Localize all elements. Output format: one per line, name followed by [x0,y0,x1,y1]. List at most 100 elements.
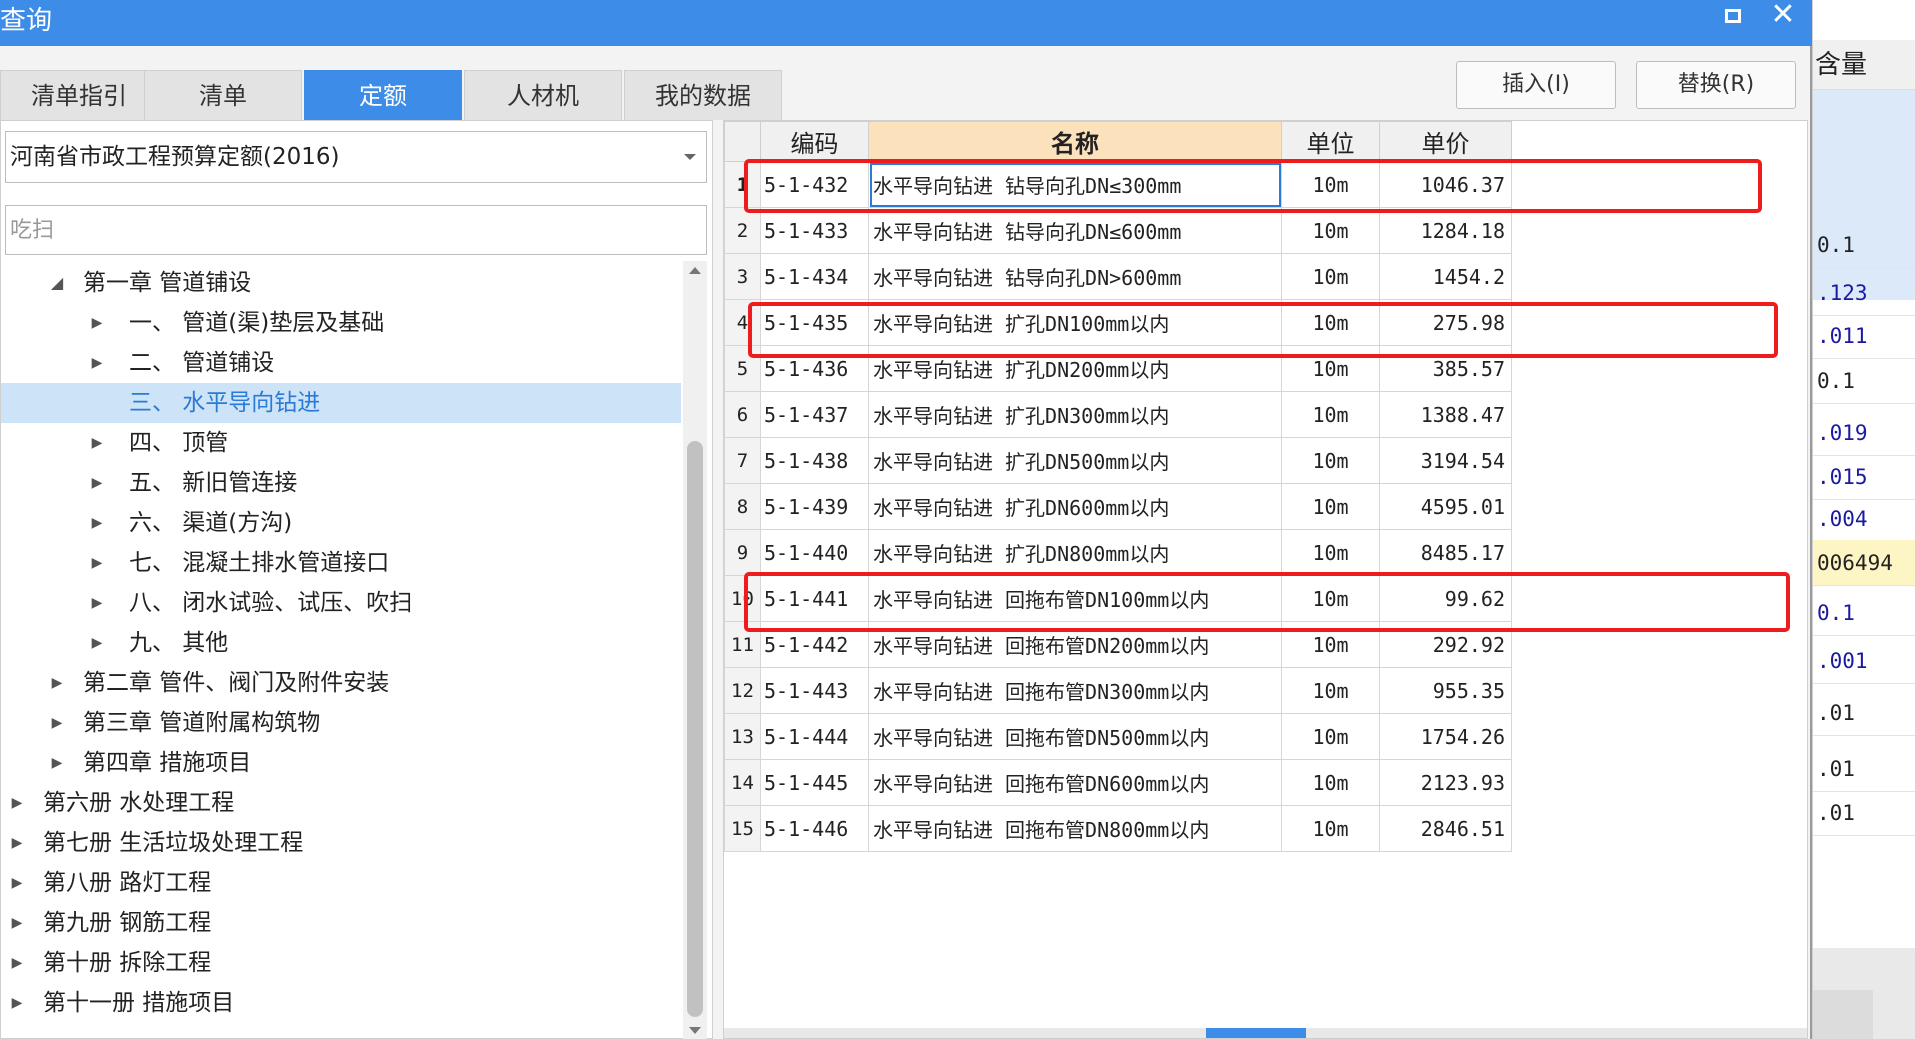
tree-node[interactable]: ▶ 第三章 管道附属构筑物 [1,703,681,743]
tree-node[interactable]: ▶ 九、 其他 [1,623,681,663]
tree-node[interactable]: ▶ 六、 渠道(方沟) [1,503,681,543]
table-row[interactable]: 9 5-1-440 水平导向钻进 扩孔DN800mm以内 10m 8485.17 [724,529,1512,576]
maximize-button[interactable] [1710,0,1756,32]
table-row[interactable]: 6 5-1-437 水平导向钻进 扩孔DN300mm以内 10m 1388.47 [724,391,1512,438]
code-cell[interactable]: 5-1-444 [760,713,869,760]
name-cell[interactable]: 水平导向钻进 扩孔DN300mm以内 [868,391,1282,438]
price-cell[interactable]: 2846.51 [1379,805,1512,852]
scroll-up-icon[interactable] [689,267,701,274]
code-cell[interactable]: 5-1-432 [760,161,869,208]
name-cell[interactable]: 水平导向钻进 回拖布管DN100mm以内 [868,575,1282,622]
grid-hscrollbar[interactable] [724,1028,1807,1038]
collapsed-triangle-icon[interactable]: ▶ [87,503,107,543]
name-cell[interactable]: 水平导向钻进 钻导向孔DN≤300mm [868,161,1282,208]
scroll-down-icon[interactable] [689,1027,701,1034]
hscroll-thumb[interactable] [1206,1028,1306,1038]
name-cell[interactable]: 水平导向钻进 回拖布管DN300mm以内 [868,667,1282,714]
tree-node[interactable]: ▶ 一、 管道(渠)垫层及基础 [1,303,681,343]
unit-cell[interactable]: 10m [1281,299,1380,346]
code-cell[interactable]: 5-1-440 [760,529,869,576]
price-cell[interactable]: 292.92 [1379,621,1512,668]
name-cell[interactable]: 水平导向钻进 扩孔DN100mm以内 [868,299,1282,346]
tree-node[interactable]: ▶ 八、 闭水试验、试压、吹扫 [1,583,681,623]
price-cell[interactable]: 275.98 [1379,299,1512,346]
code-cell[interactable]: 5-1-436 [760,345,869,392]
unit-cell[interactable]: 10m [1281,161,1380,208]
name-cell[interactable]: 水平导向钻进 回拖布管DN200mm以内 [868,621,1282,668]
collapsed-triangle-icon[interactable]: ▶ [7,863,27,903]
tab-4[interactable]: 人材机 [464,70,622,120]
price-cell[interactable]: 1046.37 [1379,161,1512,208]
unit-cell[interactable]: 10m [1281,483,1380,530]
tree-node[interactable]: ▶ 四、 顶管 [1,423,681,463]
collapsed-triangle-icon[interactable]: ▶ [47,703,67,743]
col-header-name[interactable]: 名称 [868,121,1282,162]
table-row[interactable]: 3 5-1-434 水平导向钻进 钻导向孔DN>600mm 10m 1454.2 [724,253,1512,300]
code-cell[interactable]: 5-1-435 [760,299,869,346]
code-cell[interactable]: 5-1-434 [760,253,869,300]
unit-cell[interactable]: 10m [1281,437,1380,484]
scroll-thumb[interactable] [687,441,703,1017]
unit-cell[interactable]: 10m [1281,621,1380,668]
tree-node[interactable]: 三、 水平导向钻进 [1,383,681,423]
tree-node[interactable]: ▶ 七、 混凝土排水管道接口 [1,543,681,583]
code-cell[interactable]: 5-1-442 [760,621,869,668]
code-cell[interactable]: 5-1-441 [760,575,869,622]
close-button[interactable]: ✕ [1760,0,1806,32]
tree-node[interactable]: ▶ 第十一册 措施项目 [1,983,681,1023]
search-input[interactable] [5,205,707,255]
collapsed-triangle-icon[interactable]: ▶ [87,423,107,463]
unit-cell[interactable]: 10m [1281,713,1380,760]
price-cell[interactable]: 4595.01 [1379,483,1512,530]
collapsed-triangle-icon[interactable]: ▶ [87,303,107,343]
collapsed-triangle-icon[interactable]: ▶ [7,943,27,983]
price-cell[interactable]: 1388.47 [1379,391,1512,438]
tree-node[interactable]: ▶ 第八册 路灯工程 [1,863,681,903]
unit-cell[interactable]: 10m [1281,805,1380,852]
tree-node[interactable]: ▶ 第九册 钢筋工程 [1,903,681,943]
name-cell[interactable]: 水平导向钻进 扩孔DN200mm以内 [868,345,1282,392]
expanded-triangle-icon[interactable]: ◢ [47,263,67,303]
unit-cell[interactable]: 10m [1281,345,1380,392]
tree-node[interactable]: ▶ 二、 管道铺设 [1,343,681,383]
price-cell[interactable]: 955.35 [1379,667,1512,714]
table-row[interactable]: 4 5-1-435 水平导向钻进 扩孔DN100mm以内 10m 275.98 [724,299,1512,346]
tab-1[interactable]: 清单指引 [0,70,158,120]
table-row[interactable]: 8 5-1-439 水平导向钻进 扩孔DN600mm以内 10m 4595.01 [724,483,1512,530]
tab-2[interactable]: 清单 [144,70,302,120]
replace-button[interactable]: 替换(R) [1636,61,1796,109]
table-row[interactable]: 10 5-1-441 水平导向钻进 回拖布管DN100mm以内 10m 99.62 [724,575,1512,622]
code-cell[interactable]: 5-1-433 [760,207,869,254]
collapsed-triangle-icon[interactable]: ▶ [7,983,27,1023]
code-cell[interactable]: 5-1-439 [760,483,869,530]
tree-node[interactable]: ▶ 第二章 管件、阀门及附件安装 [1,663,681,703]
col-header-code[interactable]: 编码 [760,121,869,162]
collapsed-triangle-icon[interactable]: ▶ [7,903,27,943]
table-row[interactable]: 11 5-1-442 水平导向钻进 回拖布管DN200mm以内 10m 292.92 [724,621,1512,668]
unit-cell[interactable]: 10m [1281,529,1380,576]
code-cell[interactable]: 5-1-445 [760,759,869,806]
collapsed-triangle-icon[interactable]: ▶ [87,343,107,383]
price-cell[interactable]: 3194.54 [1379,437,1512,484]
code-cell[interactable]: 5-1-446 [760,805,869,852]
tree-node[interactable]: ▶ 第六册 水处理工程 [1,783,681,823]
price-cell[interactable]: 99.62 [1379,575,1512,622]
insert-button[interactable]: 插入(I) [1456,61,1616,109]
collapsed-triangle-icon[interactable]: ▶ [87,583,107,623]
table-row[interactable]: 1 5-1-432 水平导向钻进 钻导向孔DN≤300mm 10m 1046.37 [724,161,1512,208]
unit-cell[interactable]: 10m [1281,391,1380,438]
col-header-unit[interactable]: 单位 [1281,121,1380,162]
code-cell[interactable]: 5-1-438 [760,437,869,484]
code-cell[interactable]: 5-1-437 [760,391,869,438]
price-cell[interactable]: 8485.17 [1379,529,1512,576]
price-cell[interactable]: 1454.2 [1379,253,1512,300]
collapsed-triangle-icon[interactable]: ▶ [87,463,107,503]
unit-cell[interactable]: 10m [1281,759,1380,806]
tree-node[interactable]: ▶ 五、 新旧管连接 [1,463,681,503]
collapsed-triangle-icon[interactable]: ▶ [7,783,27,823]
table-row[interactable]: 5 5-1-436 水平导向钻进 扩孔DN200mm以内 10m 385.57 [724,345,1512,392]
table-row[interactable]: 13 5-1-444 水平导向钻进 回拖布管DN500mm以内 10m 1754.26 [724,713,1512,760]
price-cell[interactable]: 385.57 [1379,345,1512,392]
code-cell[interactable]: 5-1-443 [760,667,869,714]
name-cell[interactable]: 水平导向钻进 扩孔DN600mm以内 [868,483,1282,530]
